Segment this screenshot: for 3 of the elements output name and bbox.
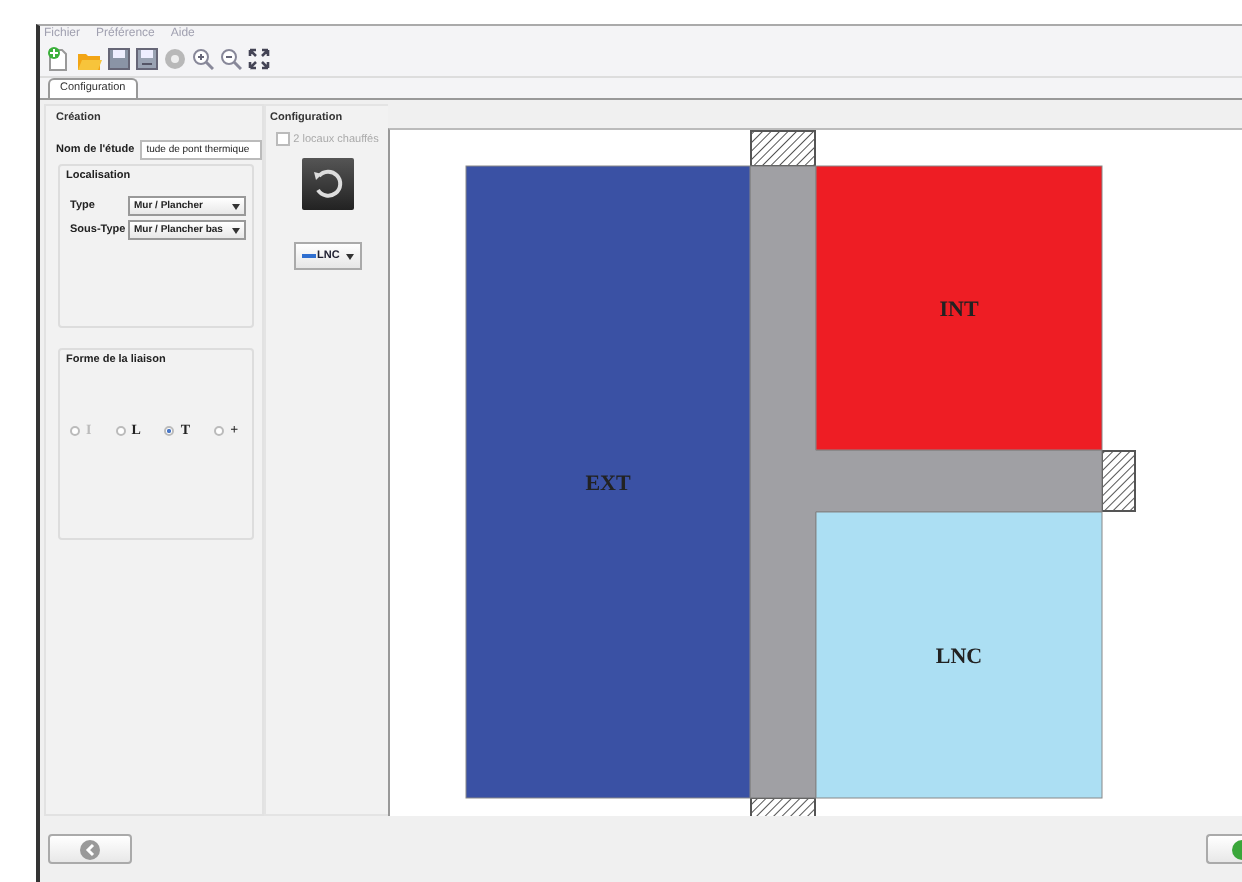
zone-label: INT bbox=[939, 298, 979, 322]
zone-label: EXT bbox=[585, 472, 631, 496]
zone-label: LNC bbox=[935, 645, 983, 669]
